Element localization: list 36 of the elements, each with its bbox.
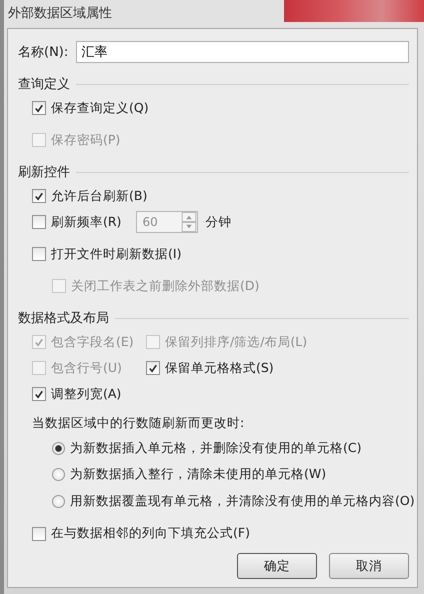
checkbox[interactable] — [32, 101, 46, 115]
radio-button[interactable] — [52, 468, 65, 482]
checkbox-label[interactable]: 在与数据相邻的列向下填充公式(F) — [51, 525, 250, 542]
group-label: 当数据区域中的行数随刷新而更改时: — [32, 414, 246, 432]
radio-button[interactable] — [52, 442, 65, 455]
checkbox[interactable] — [32, 526, 46, 540]
checkbox-label[interactable]: 保存查询定义(Q) — [51, 100, 149, 116]
name-field[interactable]: 汇率 — [76, 41, 409, 63]
checkbox-label[interactable]: 调整列宽(A) — [51, 386, 122, 402]
section-title: 数据格式及布局 — [18, 310, 109, 327]
checkbox-label: 关闭工作表之前删除外部数据(D) — [71, 278, 260, 294]
radio-label[interactable]: 用新数据覆盖现有单元格，并清除没有使用的单元格内容(O) — [70, 492, 415, 510]
checkbox-label[interactable]: 刷新频率(R) — [51, 214, 122, 230]
checkbox[interactable] — [32, 189, 46, 203]
window-title: 外部数据区域属性 — [8, 5, 112, 22]
checkbox-label[interactable]: 允许后台刷新(B) — [51, 188, 148, 204]
radio-button[interactable] — [52, 494, 65, 508]
unit-label: 分钟 — [205, 214, 232, 230]
radio-label[interactable]: 为新数据插入整行，清除未使用的单元格(W) — [70, 466, 326, 484]
name-label: 名称(N): — [18, 44, 68, 61]
ok-button[interactable]: 确定 — [237, 553, 317, 579]
spin-field: 60 — [136, 211, 198, 233]
checkbox-label[interactable]: 打开文件时刷新数据(I) — [51, 246, 182, 262]
section-title: 刷新控件 — [18, 164, 70, 181]
checkbox[interactable] — [32, 247, 46, 261]
radio-label[interactable]: 为新数据插入单元格，并删除没有使用的单元格(C) — [70, 440, 362, 457]
checkbox-label: 保留列排序/筛选/布局(L) — [165, 334, 308, 350]
section-title: 查询定义 — [18, 76, 70, 93]
checkbox[interactable] — [146, 361, 160, 375]
checkbox[interactable] — [32, 215, 46, 229]
checkbox-label: 包含行号(U) — [51, 360, 122, 376]
checkbox-label: 包含字段名(E) — [51, 334, 134, 350]
checkbox-label: 保存密码(P) — [51, 132, 120, 148]
checkbox-label[interactable]: 保留单元格格式(S) — [165, 360, 274, 376]
cancel-button[interactable]: 取消 — [329, 553, 409, 579]
checkbox[interactable] — [32, 387, 46, 401]
